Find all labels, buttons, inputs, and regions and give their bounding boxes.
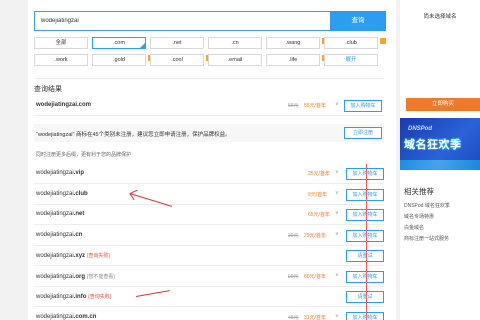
chevron-down-icon[interactable]: ∨ bbox=[335, 231, 339, 237]
price: 29元/首年 bbox=[304, 232, 326, 239]
notice-text: "wodejiatingzai" 商标在45个类别未注册，建议您立即申请注册，保… bbox=[36, 132, 231, 138]
domain-name: wodejiatingzai.org (暂不能查看) bbox=[36, 273, 116, 280]
cart-sidebar: 尚未选择域名 立即购买 DNSPod 域名狂欢季 相关推荐 DNSPod 域名狂… bbox=[400, 0, 480, 320]
result-row: wodejiatingzai.club 9元/首年 ∨ 加入购物车 bbox=[34, 185, 384, 205]
domain-name: wodejiatingzai.com.cn bbox=[36, 313, 97, 320]
original-price: 48元 bbox=[288, 314, 299, 320]
add-to-cart-button[interactable]: 加入购物车 bbox=[344, 100, 382, 112]
price: 25元/首年 bbox=[308, 171, 330, 177]
chevron-down-icon[interactable]: ∨ bbox=[335, 190, 339, 196]
add-to-cart-button[interactable]: 加入购物车 bbox=[346, 311, 384, 320]
chevron-down-icon[interactable]: ∨ bbox=[335, 210, 339, 216]
result-row: wodejiatingzai.net 65元/首年 ∨ 加入购物车 bbox=[34, 205, 384, 225]
extension-option[interactable]: .cool bbox=[150, 54, 204, 66]
search-button[interactable]: 查询 bbox=[330, 11, 386, 31]
recommend-item[interactable]: 商标注册一站式服务 bbox=[404, 235, 449, 242]
result-row: wodejiatingzai.com.cn 48元 31元/首年 ∨ 加入购物车 bbox=[34, 308, 384, 320]
extension-option[interactable]: .email bbox=[208, 54, 262, 66]
banner-slogan: 域名狂欢季 bbox=[404, 139, 462, 151]
query-status: (查询失败) bbox=[88, 294, 112, 300]
extension-option[interactable]: .net bbox=[150, 37, 204, 49]
result-row-main: wodejiatingzai.com 55元 55元/首年 ∨ 加入购物车 bbox=[34, 96, 384, 116]
annotation-highlight-line bbox=[366, 164, 367, 320]
banner-decoration bbox=[400, 160, 480, 170]
extension-option[interactable]: 全部 bbox=[34, 37, 88, 49]
chevron-down-icon[interactable]: ∨ bbox=[335, 272, 339, 278]
price: 55元/首年 bbox=[304, 103, 326, 109]
selected-check-icon bbox=[140, 43, 145, 48]
price: 65元/首年 bbox=[308, 212, 330, 218]
main-panel: 查询 全部 .com .net .cn .wang .club .work .gold .coo… bbox=[28, 0, 396, 320]
add-to-cart-button[interactable]: 加入购物车 bbox=[346, 270, 384, 283]
query-status: (暂不能查看) bbox=[86, 273, 116, 280]
query-status: (查询失败) bbox=[86, 253, 111, 259]
extension-option[interactable]: .club bbox=[324, 37, 378, 49]
domain-name: wodejiatingzai.net bbox=[36, 211, 85, 217]
retry-button[interactable]: 请重试 bbox=[346, 291, 384, 303]
result-row: wodejiatingzai.org (暂不能查看) 99元 60元/首年 ∨ 加入购物… bbox=[34, 267, 384, 287]
recommend-item[interactable]: 域名专场特惠 bbox=[404, 213, 434, 220]
original-price: 39元 bbox=[288, 232, 299, 239]
buy-now-button[interactable]: 立即购买 bbox=[406, 98, 480, 111]
chevron-down-icon[interactable]: ∨ bbox=[335, 313, 339, 319]
recommend-item[interactable]: DNSPod 域名狂欢季 bbox=[404, 202, 450, 209]
register-trademark-button[interactable]: 立即注册 bbox=[344, 127, 382, 139]
chevron-down-icon[interactable]: ∨ bbox=[335, 101, 339, 107]
extension-option[interactable]: .wang bbox=[266, 37, 320, 49]
price: 31元/首年 bbox=[304, 314, 326, 320]
domain-name: wodejiatingzai.xyz (查询失败) bbox=[36, 253, 111, 259]
add-to-cart-button[interactable]: 加入购物车 bbox=[346, 188, 384, 201]
extension-option[interactable]: .gold bbox=[92, 54, 146, 66]
price: 60元/首年 bbox=[304, 273, 326, 280]
result-row: wodejiatingzai.xyz (查询失败) 请重试 bbox=[34, 246, 384, 266]
price: 9元/首年 bbox=[308, 191, 328, 198]
extension-option[interactable]: .life bbox=[266, 54, 320, 66]
trademark-notice: "wodejiatingzai" 商标在45个类别未注册，建议您立即申请注册，保… bbox=[34, 124, 384, 142]
domain-name: wodejiatingzai.com bbox=[36, 102, 92, 108]
recommend-title: 相关推荐 bbox=[404, 187, 434, 196]
extension-option[interactable]: .com bbox=[92, 37, 146, 49]
add-to-cart-button[interactable]: 加入购物车 bbox=[346, 209, 384, 221]
add-to-cart-button[interactable]: 加入购物车 bbox=[346, 168, 384, 180]
original-price: 99元 bbox=[288, 273, 299, 280]
promo-tag-icon bbox=[380, 38, 386, 44]
retry-button[interactable]: 请重试 bbox=[346, 250, 384, 262]
result-row: wodejiatingzai.info (查询失败) 请重试 bbox=[34, 287, 384, 307]
suffix-tip: 同时注册更多后缀，更有利于您的品牌保护 bbox=[36, 152, 132, 158]
chevron-down-icon[interactable]: ∨ bbox=[335, 169, 339, 175]
result-row: wodejiatingzai.vip 25元/首年 ∨ 加入购物车 bbox=[34, 164, 384, 184]
cart-empty-hint: 尚未选择域名 bbox=[423, 14, 457, 20]
banner-logo: DNSPod bbox=[408, 126, 432, 132]
extension-option[interactable]: .work bbox=[34, 54, 88, 66]
divider bbox=[34, 78, 384, 79]
results-title: 查询结果 bbox=[34, 86, 62, 93]
extension-option[interactable]: .cn bbox=[208, 37, 262, 49]
search-bar: 查询 bbox=[34, 11, 386, 31]
domain-search-input[interactable] bbox=[34, 11, 330, 31]
domain-name: wodejiatingzai.vip bbox=[36, 170, 85, 176]
domain-name: wodejiatingzai.info (查询失败) bbox=[36, 294, 112, 300]
result-row: wodejiatingzai.cn 39元 29元/首年 ∨ 加入购物车 bbox=[34, 226, 384, 246]
recommend-item[interactable]: 白金域名 bbox=[404, 224, 424, 231]
original-price: 55元 bbox=[288, 103, 299, 109]
add-to-cart-button[interactable]: 加入购物车 bbox=[346, 229, 384, 242]
domain-name: wodejiatingzai.club bbox=[36, 190, 88, 197]
domain-name: wodejiatingzai.cn bbox=[36, 231, 83, 238]
expand-more-button[interactable]: 展开 bbox=[324, 54, 378, 66]
promo-banner[interactable]: DNSPod 域名狂欢季 bbox=[400, 118, 480, 170]
